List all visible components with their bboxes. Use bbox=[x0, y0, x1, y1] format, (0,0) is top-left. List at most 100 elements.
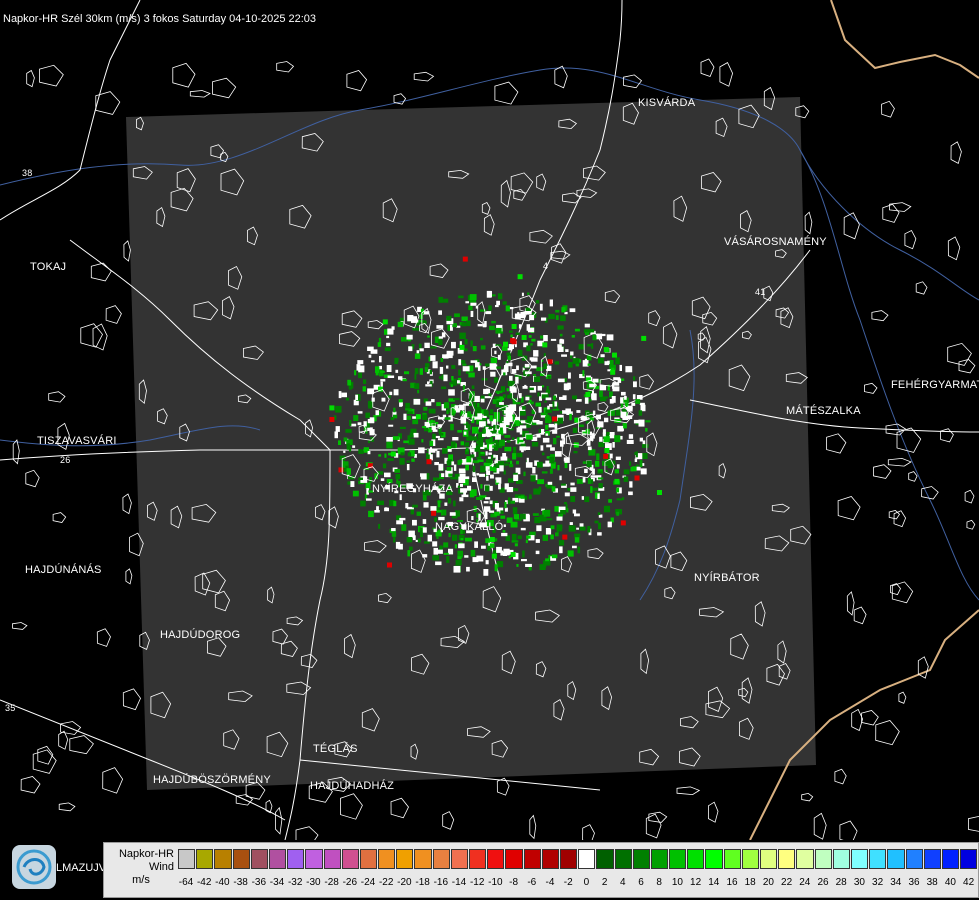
radar-echo-pixel bbox=[476, 402, 480, 408]
radar-echo-pixel bbox=[535, 402, 541, 407]
radar-echo-pixel bbox=[402, 378, 407, 382]
radar-echo-pixel bbox=[523, 471, 526, 477]
radar-echo-pixel bbox=[387, 375, 395, 378]
radar-echo-pixel bbox=[442, 448, 448, 454]
radar-echo-pixel bbox=[535, 550, 540, 555]
radar-echo-pixel bbox=[395, 369, 399, 373]
radar-echo-pixel bbox=[464, 442, 470, 447]
radar-echo-pixel bbox=[471, 385, 475, 390]
legend-swatch bbox=[287, 849, 305, 869]
radar-echo-pixel bbox=[489, 537, 495, 542]
radar-echo-pixel bbox=[506, 440, 511, 443]
radar-echo-pixel bbox=[597, 532, 602, 536]
radar-echo-pixel bbox=[509, 464, 514, 468]
radar-echo-pixel bbox=[422, 494, 427, 501]
radar-echo-pixel bbox=[530, 475, 536, 482]
radar-echo-pixel bbox=[488, 426, 492, 430]
radar-echo-pixel bbox=[404, 371, 410, 375]
radar-echo-pixel bbox=[568, 372, 571, 379]
radar-echo-pixel bbox=[343, 437, 348, 442]
radar-echo-pixel bbox=[426, 473, 430, 480]
radar-echo-pixel bbox=[495, 327, 502, 334]
radar-echo-pixel bbox=[386, 441, 393, 449]
legend-swatch bbox=[923, 849, 941, 869]
radar-echo-pixel bbox=[614, 435, 621, 443]
radar-echo-pixel bbox=[606, 431, 610, 436]
radar-echo-pixel bbox=[494, 503, 499, 510]
city-label-fehergyarmat: FEHÉRGYARMAT bbox=[891, 379, 979, 391]
radar-echo-pixel bbox=[574, 513, 580, 517]
radar-echo-pixel bbox=[357, 422, 362, 426]
radar-echo-pixel bbox=[335, 426, 340, 432]
radar-echo-pixel bbox=[638, 410, 643, 416]
radar-echo-pixel bbox=[447, 498, 452, 504]
radar-echo-pixel bbox=[447, 408, 453, 413]
legend-tick-label: -64 bbox=[178, 877, 194, 888]
radar-echo-pixel bbox=[495, 455, 498, 461]
radar-echo-pixel bbox=[407, 550, 411, 557]
radar-echo-pixel bbox=[551, 463, 555, 469]
legend-tick-label: -16 bbox=[433, 877, 449, 888]
radar-echo-pixel bbox=[432, 433, 436, 440]
radar-echo-pixel bbox=[485, 497, 491, 500]
radar-echo-pixel bbox=[609, 432, 615, 439]
radar-echo-pixel bbox=[558, 513, 563, 517]
radar-echo-pixel bbox=[448, 533, 451, 538]
radar-echo-pixel bbox=[414, 383, 420, 389]
radar-echo-pixel bbox=[329, 417, 335, 422]
radar-echo-pixel bbox=[432, 361, 438, 369]
radar-echo-pixel bbox=[510, 338, 516, 344]
radar-echo-pixel bbox=[626, 439, 634, 444]
radar-echo-pixel bbox=[484, 485, 490, 492]
radar-echo-pixel bbox=[380, 370, 385, 373]
radar-echo-pixel bbox=[477, 438, 484, 446]
radar-echo-pixel bbox=[631, 402, 636, 406]
legend-swatch bbox=[396, 849, 414, 869]
radar-echo-pixel bbox=[469, 294, 477, 300]
legend-swatch bbox=[760, 849, 778, 869]
radar-echo-pixel bbox=[565, 408, 571, 414]
radar-echo-pixel bbox=[556, 527, 560, 533]
radar-echo-pixel bbox=[610, 369, 616, 375]
radar-echo-pixel bbox=[472, 346, 477, 352]
radar-echo-pixel bbox=[486, 475, 489, 481]
radar-echo-pixel bbox=[633, 467, 637, 470]
radar-echo-pixel bbox=[481, 545, 486, 549]
radar-echo-pixel bbox=[625, 366, 633, 373]
radar-echo-pixel bbox=[449, 512, 456, 516]
radar-echo-pixel bbox=[633, 376, 636, 381]
legend-swatch bbox=[832, 849, 850, 869]
radar-echo-pixel bbox=[582, 477, 586, 483]
radar-echo-pixel bbox=[533, 350, 539, 357]
radar-echo-pixel bbox=[536, 367, 543, 372]
radar-echo-pixel bbox=[465, 464, 469, 471]
radar-echo-pixel bbox=[614, 478, 620, 484]
radar-echo-pixel bbox=[508, 478, 514, 483]
radar-echo-pixel bbox=[440, 358, 444, 362]
radar-echo-pixel bbox=[579, 526, 586, 531]
radar-echo-pixel bbox=[602, 396, 609, 399]
radar-echo-pixel bbox=[541, 471, 548, 474]
radar-echo-pixel bbox=[512, 437, 515, 440]
radar-echo-pixel bbox=[506, 361, 509, 364]
radar-echo-pixel bbox=[368, 510, 374, 518]
radar-echo-pixel bbox=[403, 413, 407, 420]
radar-echo-pixel bbox=[472, 472, 475, 477]
radar-echo-pixel bbox=[617, 425, 624, 432]
radar-echo-pixel bbox=[370, 349, 378, 354]
radar-echo-pixel bbox=[477, 413, 483, 420]
radar-echo-pixel bbox=[538, 406, 542, 413]
legend-title-line2: Wind bbox=[148, 861, 174, 873]
radar-echo-pixel bbox=[584, 397, 589, 404]
radar-echo-pixel bbox=[509, 412, 514, 415]
radar-echo-pixel bbox=[409, 546, 413, 551]
radar-echo-pixel bbox=[490, 474, 494, 479]
radar-echo-pixel bbox=[453, 500, 456, 507]
radar-echo-pixel bbox=[537, 461, 543, 468]
radar-echo-pixel bbox=[358, 449, 364, 454]
radar-echo-pixel bbox=[554, 401, 558, 407]
radar-echo-pixel bbox=[621, 391, 626, 396]
radar-echo-pixel bbox=[436, 549, 443, 554]
radar-echo-pixel bbox=[407, 435, 411, 440]
radar-echo-pixel bbox=[498, 430, 504, 434]
